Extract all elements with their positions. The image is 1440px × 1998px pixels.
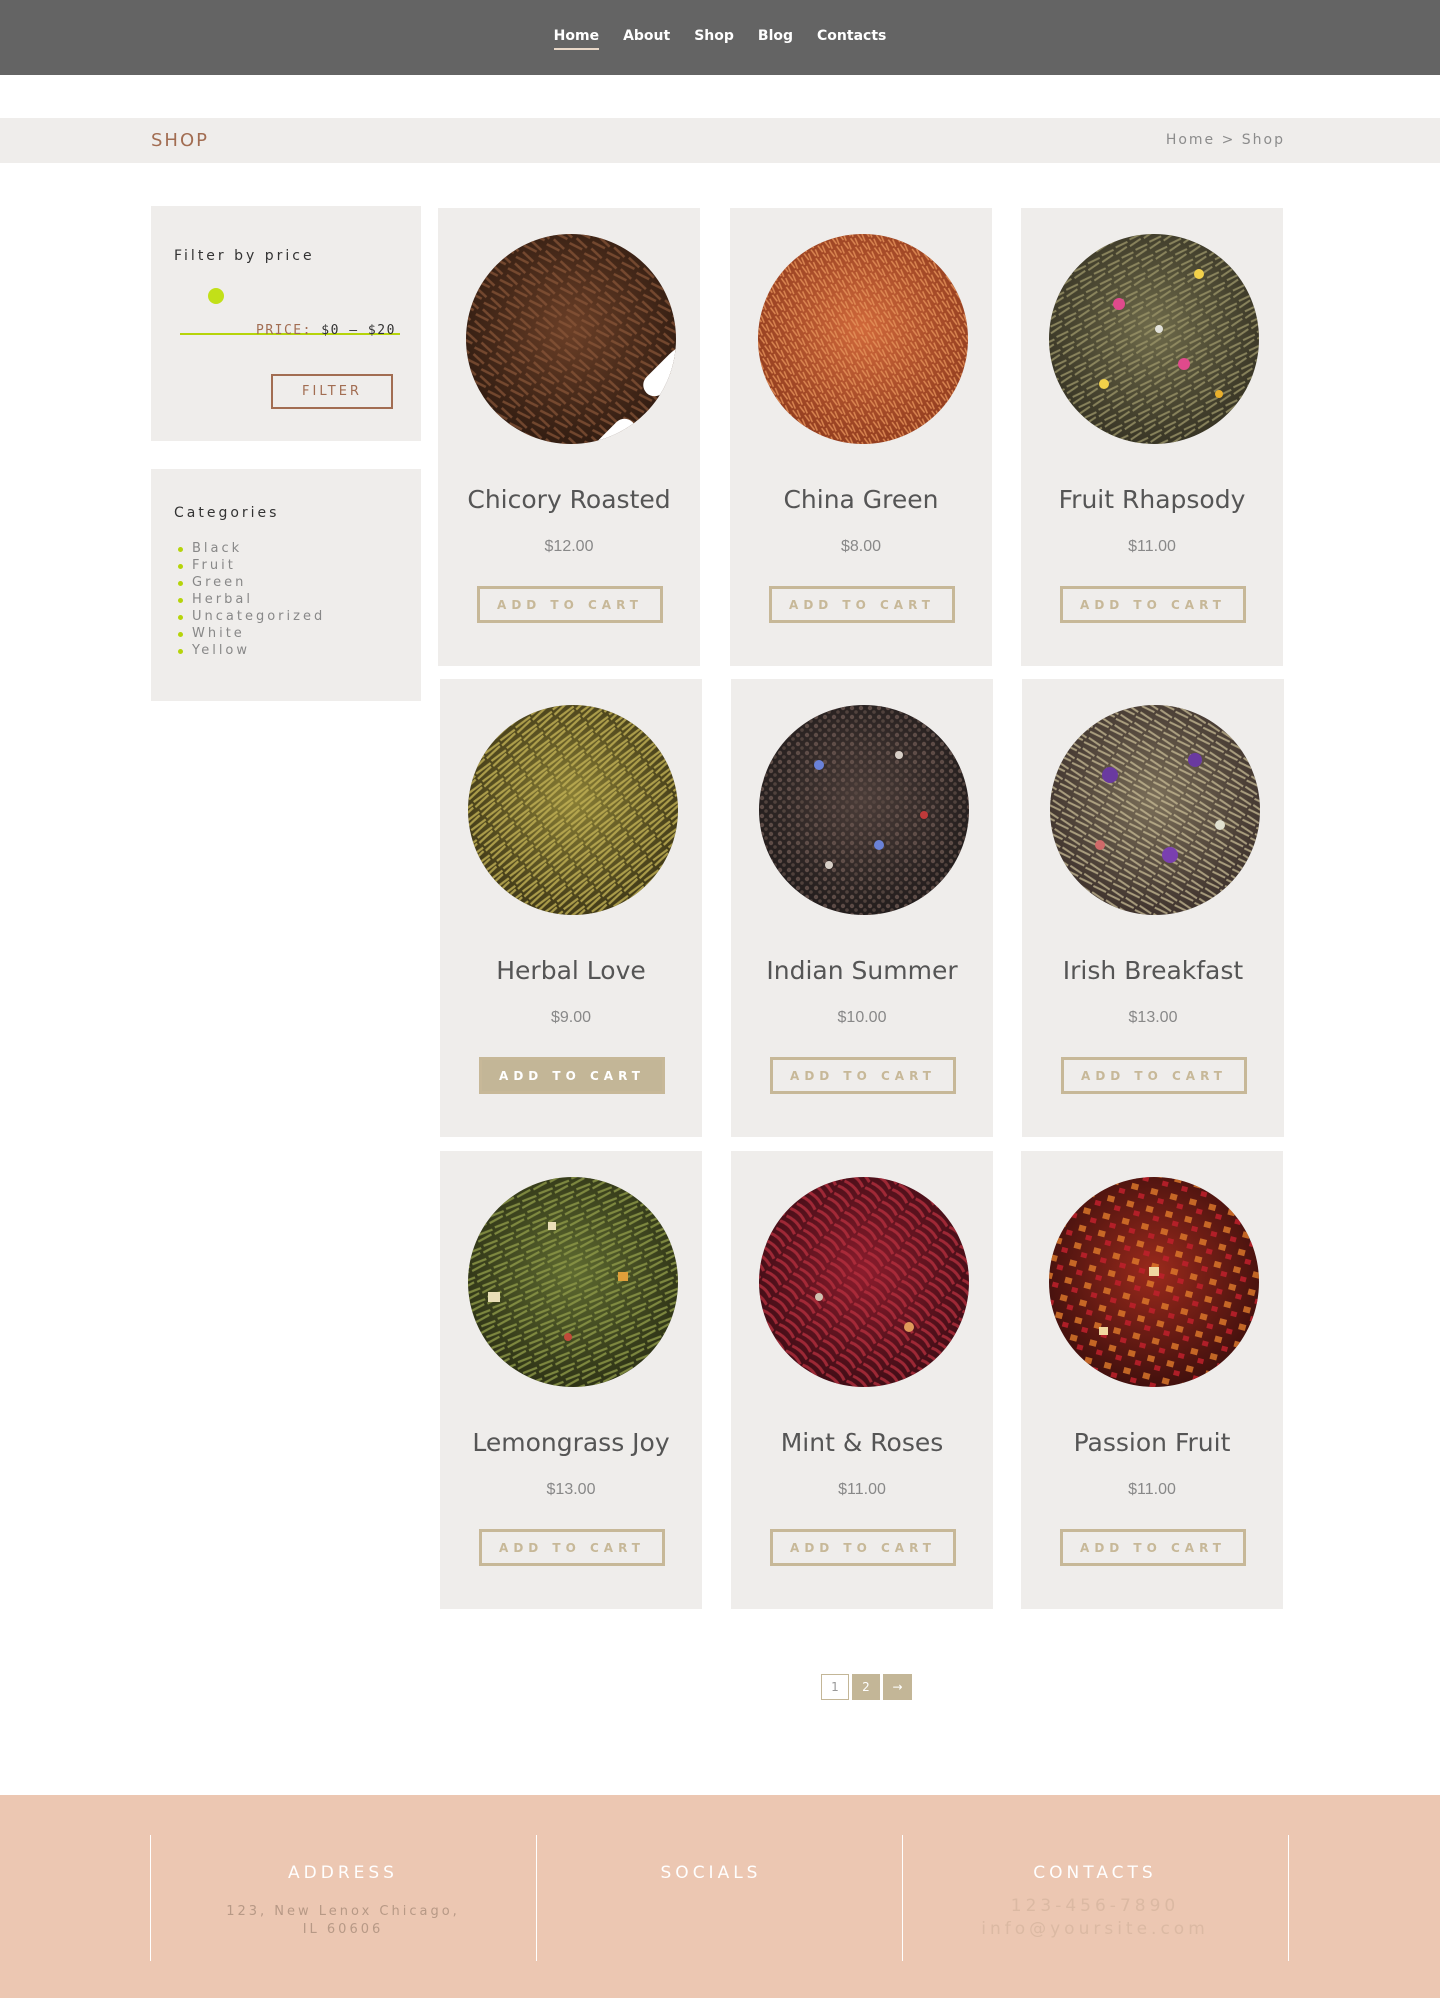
footer-address-title: ADDRESS <box>288 1863 398 1883</box>
product-image[interactable] <box>1049 234 1259 444</box>
product-image[interactable] <box>759 1177 969 1387</box>
product-name[interactable]: Mint & Roses <box>731 1428 993 1457</box>
tea-leaves-image <box>759 1177 969 1387</box>
price-slider-handle[interactable] <box>208 288 224 304</box>
product-card: Fruit Rhapsody $11.00 ADD TO CART <box>1021 208 1283 666</box>
add-to-cart-button[interactable]: ADD TO CART <box>1060 586 1246 623</box>
add-to-cart-button[interactable]: ADD TO CART <box>770 1057 956 1094</box>
filter-button[interactable]: FILTER <box>271 374 393 409</box>
nav-shop-link[interactable]: Shop <box>694 28 734 44</box>
product-name[interactable]: Lemongrass Joy <box>440 1428 702 1457</box>
categories-widget: Categories Black Fruit Green Herbal Unca… <box>151 469 421 701</box>
footer-phone[interactable]: 123-456-7890 <box>902 1895 1288 1918</box>
product-image[interactable] <box>1049 1177 1259 1387</box>
next-page-arrow-icon[interactable]: → <box>883 1674 912 1700</box>
product-image[interactable] <box>759 705 969 915</box>
product-price: $8.00 <box>840 538 882 555</box>
product-price: $11.00 <box>1128 538 1176 555</box>
categories-title: Categories <box>174 505 280 521</box>
page-title: SHOP <box>151 130 209 151</box>
product-name[interactable]: Chicory Roasted <box>438 485 700 514</box>
footer-divider <box>150 1835 151 1961</box>
product-card: Lemongrass Joy $13.00 ADD TO CART <box>440 1151 702 1609</box>
price-range-label: PRICE: $0 — $20 <box>256 323 396 338</box>
category-link-yellow[interactable]: Yellow <box>177 642 325 659</box>
product-image[interactable] <box>758 234 968 444</box>
footer-divider <box>1288 1835 1289 1961</box>
footer-socials-title: SOCIALS <box>660 1863 762 1883</box>
footer-contacts-title: CONTACTS <box>1033 1863 1157 1883</box>
tea-leaves-image <box>468 705 678 915</box>
tea-leaves-image <box>1050 705 1260 915</box>
breadcrumb[interactable]: Home > Shop <box>1166 132 1285 148</box>
tea-leaves-image <box>1049 234 1259 444</box>
page-2-button[interactable]: 2 <box>852 1674 880 1700</box>
price-range-value: $0 — $20 <box>321 323 396 338</box>
add-to-cart-button[interactable]: ADD TO CART <box>769 586 955 623</box>
add-to-cart-button[interactable]: ADD TO CART <box>770 1529 956 1566</box>
page-1-button[interactable]: 1 <box>821 1674 849 1700</box>
tea-leaves-image <box>468 1177 678 1387</box>
page-header-bar: SHOP Home > Shop <box>0 118 1440 163</box>
category-link-green[interactable]: Green <box>177 574 325 591</box>
product-card: Indian Summer $10.00 ADD TO CART <box>731 679 993 1137</box>
product-name[interactable]: Herbal Love <box>440 956 702 985</box>
main-nav: Home About Shop Blog Contacts <box>0 28 1440 50</box>
category-link-black[interactable]: Black <box>177 540 325 557</box>
add-to-cart-button[interactable]: ADD TO CART <box>479 1057 665 1094</box>
price-label-text: PRICE: <box>256 323 312 338</box>
product-card: Chicory Roasted $12.00 ADD TO CART <box>438 208 700 666</box>
product-price: $13.00 <box>1128 1009 1178 1026</box>
product-price: $13.00 <box>546 1481 596 1498</box>
product-price: $9.00 <box>550 1009 592 1026</box>
product-card: Herbal Love $9.00 ADD TO CART <box>440 679 702 1137</box>
pagination: 1 2 → <box>821 1674 912 1700</box>
product-price: $11.00 <box>838 1481 886 1498</box>
link-icon[interactable] <box>557 325 676 444</box>
footer: ADDRESS 123, New Lenox Chicago, IL 60606… <box>0 1795 1440 1998</box>
product-name[interactable]: Fruit Rhapsody <box>1021 485 1283 514</box>
product-price: $10.00 <box>837 1009 887 1026</box>
product-name[interactable]: Irish Breakfast <box>1022 956 1284 985</box>
categories-list: Black Fruit Green Herbal Uncategorized W… <box>177 540 325 659</box>
nav-contacts-link[interactable]: Contacts <box>817 28 886 44</box>
add-to-cart-button[interactable]: ADD TO CART <box>479 1529 665 1566</box>
category-link-white[interactable]: White <box>177 625 325 642</box>
category-link-fruit[interactable]: Fruit <box>177 557 325 574</box>
tea-leaves-image <box>758 234 968 444</box>
product-name[interactable]: China Green <box>730 485 992 514</box>
product-image[interactable] <box>466 234 676 444</box>
product-name[interactable]: Passion Fruit <box>1021 1428 1283 1457</box>
product-card: Irish Breakfast $13.00 ADD TO CART <box>1022 679 1284 1137</box>
nav-home-link[interactable]: Home <box>553 28 600 50</box>
product-image[interactable] <box>468 1177 678 1387</box>
category-link-herbal[interactable]: Herbal <box>177 591 325 608</box>
product-card: China Green $8.00 ADD TO CART <box>730 208 992 666</box>
footer-address-line-1: 123, New Lenox Chicago, <box>226 1904 460 1919</box>
tea-leaves-image <box>759 705 969 915</box>
tea-leaves-image <box>1049 1177 1259 1387</box>
product-card: Mint & Roses $11.00 ADD TO CART <box>731 1151 993 1609</box>
price-filter-title: Filter by price <box>174 248 315 264</box>
nav-blog-link[interactable]: Blog <box>758 28 793 44</box>
add-to-cart-button[interactable]: ADD TO CART <box>1061 1057 1247 1094</box>
add-to-cart-button[interactable]: ADD TO CART <box>477 586 663 623</box>
product-name[interactable]: Indian Summer <box>731 956 993 985</box>
top-navbar: Home About Shop Blog Contacts <box>0 0 1440 75</box>
product-card: Passion Fruit $11.00 ADD TO CART <box>1021 1151 1283 1609</box>
product-price: $11.00 <box>1128 1481 1176 1498</box>
price-filter-widget: Filter by price PRICE: $0 — $20 FILTER <box>151 206 421 441</box>
category-link-uncategorized[interactable]: Uncategorized <box>177 608 325 625</box>
footer-email[interactable]: info@yoursite.com <box>902 1918 1288 1941</box>
footer-divider <box>536 1835 537 1961</box>
add-to-cart-button[interactable]: ADD TO CART <box>1060 1529 1246 1566</box>
footer-address-line-2: IL 60606 <box>302 1922 384 1937</box>
nav-about-link[interactable]: About <box>623 28 670 44</box>
product-image[interactable] <box>468 705 678 915</box>
product-price: $12.00 <box>544 538 594 555</box>
product-image[interactable] <box>1050 705 1260 915</box>
